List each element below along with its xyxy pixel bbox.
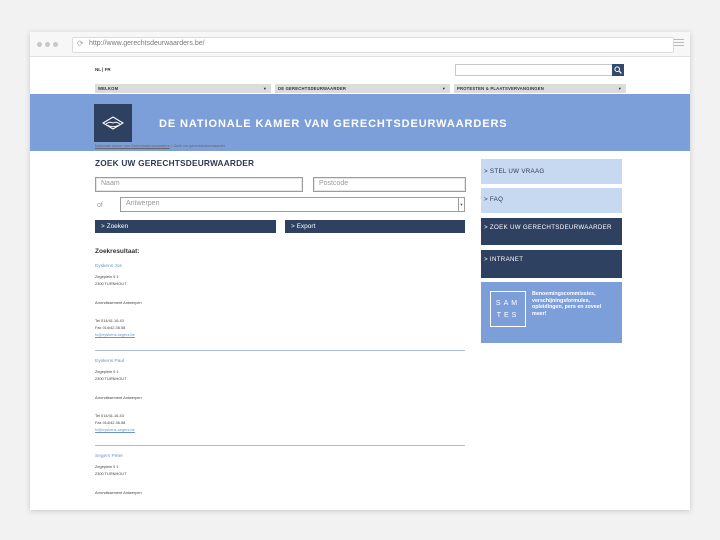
breadcrumb-home-link[interactable]: Nationale kamer van Gerechtsdeurwaarders	[95, 144, 170, 148]
sidebar-find-bailiff[interactable]: > ZOEK UW GERECHTSDEURWAARDER	[481, 218, 622, 245]
samtes-promo[interactable]: SAM TES Benoemingscommissies, verschijni…	[481, 282, 622, 343]
sidebar-faq-label: > FAQ	[484, 196, 504, 203]
result-divider	[95, 445, 465, 446]
result-street: Zegeplein 9 1	[95, 369, 119, 374]
sidebar-find-bailiff-label: > ZOEK UW GERECHTSDEURWAARDER	[484, 224, 612, 231]
samtes-promo-text: Benoemingscommissies, verschijningsformu…	[532, 291, 602, 317]
nav-welkom[interactable]: WELKOM ▼	[95, 84, 271, 93]
reload-icon[interactable]: ⟳	[77, 39, 84, 48]
window-maximize-dot[interactable]	[53, 42, 58, 47]
result-city: 2300 TURNHOUT	[95, 281, 127, 286]
postcode-field-placeholder: Postcode	[319, 180, 349, 187]
site-title: DE NATIONALE KAMER VAN GERECHTSDEURWAARD…	[159, 118, 508, 130]
result-street: Zegeplein 9 1	[95, 274, 119, 279]
result-district: Arrondissement Antwerpen	[95, 490, 142, 495]
result-name-link[interactable]: Eyskens Jos	[95, 264, 122, 269]
result-city: 2300 TURNHOUT	[95, 471, 127, 476]
window-minimize-dot[interactable]	[45, 42, 50, 47]
browser-window: ⟳ http://www.gerechtsdeurwaarders.be/ NL…	[30, 32, 690, 510]
search-button[interactable]	[612, 64, 624, 76]
result-name-link[interactable]: Eyskens Paul	[95, 359, 124, 364]
result-fax: Fax 014/42.36.58	[95, 420, 126, 425]
browser-toolbar: ⟳ http://www.gerechtsdeurwaarders.be/	[30, 32, 690, 57]
result-divider	[95, 350, 465, 351]
header-banner: DE NATIONALE KAMER VAN GERECHTSDEURWAARD…	[30, 94, 690, 151]
samtes-logo: SAM TES	[490, 291, 526, 327]
postcode-field[interactable]: Postcode	[313, 177, 466, 192]
export-button[interactable]: > Export	[285, 220, 465, 233]
result-district: Arrondissement Antwerpen	[95, 300, 142, 305]
chevron-down-icon: ▼	[262, 86, 267, 91]
page-title: ZOEK UW GERECHTSDEURWAARDER	[95, 158, 255, 168]
nav-protesten[interactable]: PROTESTEN & PLAATSVERVANGINGEN ▼	[454, 84, 626, 93]
breadcrumb: Nationale kamer van Gerechtsdeurwaarders…	[95, 144, 225, 148]
district-select-value: Antwerpen	[126, 200, 160, 207]
sidebar-ask-question[interactable]: > STEL UW VRAAG	[481, 159, 622, 184]
name-field[interactable]: Naam	[95, 177, 303, 192]
sidebar-intranet[interactable]: > INTRANET	[481, 250, 622, 278]
nav-gerechtsdeurwaarder[interactable]: DE GERECHTSDEURWAARDER ▼	[275, 84, 450, 93]
chevron-down-icon: ▼	[441, 86, 446, 91]
site-search-input[interactable]	[455, 64, 614, 76]
samtes-letters-top: SAM	[495, 300, 521, 307]
nav-welkom-label: WELKOM	[98, 86, 119, 91]
language-switch[interactable]: NL | FR	[95, 67, 111, 72]
chevron-down-icon: ▼	[617, 86, 622, 91]
hands-logo-icon	[102, 116, 124, 130]
result-name-link[interactable]: Segers Peter	[95, 454, 123, 459]
result-district: Arrondissement Antwerpen	[95, 395, 142, 400]
search-icon	[614, 66, 622, 74]
hamburger-icon[interactable]	[674, 39, 684, 47]
result-email-link[interactable]: fo@eyskens-segers.be	[95, 332, 135, 337]
export-button-label: > Export	[291, 223, 316, 230]
samtes-letters-bottom: TES	[496, 312, 520, 319]
samtes-logo-text: SAM TES	[491, 298, 525, 322]
sidebar-ask-question-label: > STEL UW VRAAG	[484, 168, 545, 175]
address-bar[interactable]: ⟳ http://www.gerechtsdeurwaarders.be/	[72, 37, 674, 53]
breadcrumb-current: Zoek uw gerechtsdeurwaarder	[173, 144, 226, 148]
result-fax: Fax 014/42.36.58	[95, 325, 126, 330]
search-submit-button[interactable]: > Zoeken	[95, 220, 276, 233]
sidebar-intranet-label: > INTRANET	[484, 256, 524, 263]
name-field-placeholder: Naam	[101, 180, 120, 187]
district-select[interactable]: Antwerpen ▼	[120, 197, 465, 212]
window-close-dot[interactable]	[37, 42, 42, 47]
sidebar-faq[interactable]: > FAQ	[481, 188, 622, 213]
nav-protesten-label: PROTESTEN & PLAATSVERVANGINGEN	[457, 86, 544, 91]
result-email-link[interactable]: fo@eyskens-segers.be	[95, 427, 135, 432]
results-title: Zoekresultaat:	[95, 248, 140, 255]
site-logo[interactable]	[94, 104, 132, 142]
or-label: of	[97, 202, 103, 209]
address-url: http://www.gerechtsdeurwaarders.be/	[89, 40, 205, 47]
result-tel: Tel 014/41.16.43	[95, 413, 124, 418]
result-city: 2300 TURNHOUT	[95, 376, 127, 381]
nav-gerechtsdeurwaarder-label: DE GERECHTSDEURWAARDER	[278, 86, 347, 91]
result-street: Zegeplein 9 1	[95, 464, 119, 469]
chevron-down-icon: ▼	[458, 198, 464, 211]
search-submit-label: > Zoeken	[101, 223, 129, 230]
result-tel: Tel 014/41.16.43	[95, 318, 124, 323]
